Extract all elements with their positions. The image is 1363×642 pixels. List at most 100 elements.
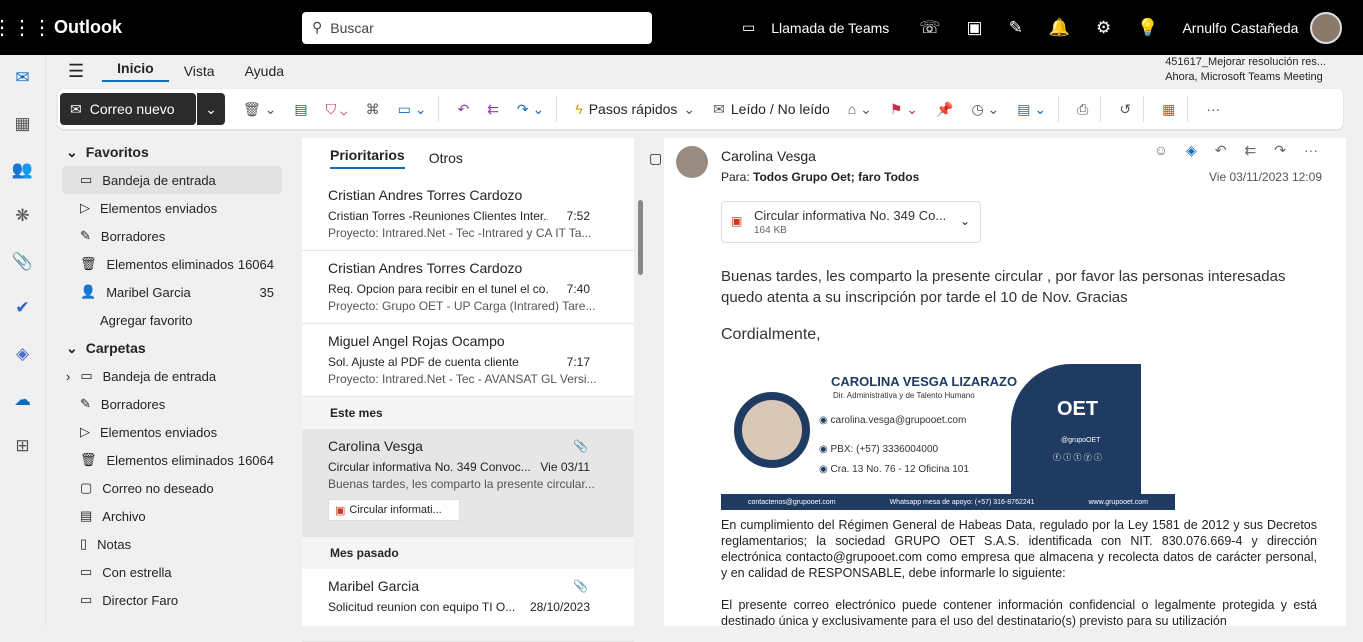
recipients: Para: Todos Grupo Oet; faro Todos <box>721 170 919 184</box>
forward-icon[interactable]: ↷ <box>1274 142 1286 159</box>
lightbulb-icon[interactable]: 💡 <box>1137 18 1158 38</box>
signature-image: CAROLINA VESGA LIZARAZO Dir. Administrat… <box>721 364 1175 510</box>
new-mail-dropdown[interactable]: ⌄ <box>197 93 225 125</box>
tab-focused[interactable]: Prioritarios <box>330 147 405 169</box>
folder-sent-favorite[interactable]: ▷ Elementos enviados <box>46 194 300 222</box>
list-item[interactable]: Cristian Andres Torres Cardozo Req. Opci… <box>302 251 634 324</box>
read-unread-button[interactable]: ✉ Leído / No leído <box>713 101 830 118</box>
pencil-icon: ✎ <box>80 396 91 411</box>
folder-deleted-favorite[interactable]: 🗑 Elementos eliminados 16064 <box>46 250 300 278</box>
tag-icon[interactable]: ⌂ ⌄ <box>848 101 872 118</box>
archive-icon[interactable]: ▤ <box>294 101 307 118</box>
unread-count: 35 <box>259 284 274 300</box>
to-label: Para: <box>721 170 750 184</box>
list-scrollbar[interactable] <box>638 200 643 275</box>
favorites-header[interactable]: ⌄ Favoritos <box>46 138 300 166</box>
forward-icon[interactable]: ↷ ⌄ <box>517 101 544 118</box>
apps-icon[interactable]: ⊞ <box>0 423 45 469</box>
app-launcher-icon[interactable]: ⋮⋮⋮ <box>0 0 52 55</box>
reply-all-icon[interactable]: ⇇ <box>487 101 499 118</box>
list-item[interactable]: Cristian Andres Torres Cardozo Cristian … <box>302 178 634 251</box>
tab-inicio[interactable]: Inicio <box>102 60 169 82</box>
folder-archive[interactable]: ▤ Archivo <box>46 502 300 530</box>
reply-all-icon[interactable]: ⇇ <box>1245 142 1257 159</box>
user-name[interactable]: Arnulfo Castañeda <box>1182 20 1298 36</box>
flag-icon[interactable]: ⚑ ⌄ <box>890 101 918 118</box>
meeting-reminder[interactable]: 451617_Mejorar resolución res... Ahora, … <box>1165 55 1326 85</box>
folder-drafts[interactable]: ✎ Borradores <box>46 390 300 418</box>
folders-header[interactable]: ⌄ Carpetas <box>46 334 300 362</box>
add-favorite-link[interactable]: Agregar favorito <box>46 306 300 334</box>
folder-pane: ⌄ Favoritos ▭ Bandeja de entrada ▷ Elemento… <box>46 138 300 626</box>
subject: Circular informativa No. 349 Convoc... <box>328 460 531 474</box>
rules-icon[interactable]: ▤ ⌄ <box>1017 101 1046 118</box>
onedrive-icon[interactable]: ☁ <box>0 377 45 423</box>
attachment-chip[interactable]: ▣ Circular informati... <box>328 499 460 521</box>
phone-icon: ◉ <box>819 444 828 455</box>
folder-maribel[interactable]: 👤 Maribel Garcia 35 <box>46 278 300 306</box>
chevron-down-icon: ⌄ <box>66 143 78 160</box>
app-name[interactable]: Outlook <box>54 17 302 38</box>
hamburger-icon[interactable]: ☰ <box>46 61 102 82</box>
undo-icon[interactable]: ↺ <box>1119 101 1131 118</box>
list-item-selected[interactable]: Carolina Vesga 📎 Circular informativa No… <box>302 429 634 537</box>
sweep-icon[interactable]: ⌘ <box>366 101 380 118</box>
trash-icon: 🗑 <box>80 452 97 467</box>
reply-icon[interactable]: ↶ <box>1215 142 1227 159</box>
calendar-icon[interactable]: ▦ <box>0 101 45 147</box>
snooze-icon[interactable]: ◷ ⌄ <box>971 101 999 118</box>
sender-name[interactable]: Carolina Vesga <box>721 148 816 164</box>
attachment-card[interactable]: ▣ Circular informativa No. 349 Co... 164… <box>721 201 981 243</box>
people-icon[interactable]: 👥 <box>0 147 45 193</box>
print-icon[interactable]: ⎙ <box>1077 101 1088 118</box>
select-icon[interactable]: ▢ <box>649 150 662 167</box>
attachment-name: Circular informativa No. 349 Co... <box>754 208 947 223</box>
apps-ribbon-icon[interactable]: ▦ <box>1162 101 1175 118</box>
delete-icon[interactable]: 🗑 ⌄ <box>243 101 276 118</box>
folder-deleted[interactable]: 🗑 Elementos eliminados 16064 <box>46 446 300 474</box>
folder-notes[interactable]: ▯ Notas <box>46 530 300 558</box>
todo-icon[interactable]: ✔ <box>0 285 45 331</box>
list-item[interactable]: Miguel Angel Rojas Ocampo Sol. Ajuste al… <box>302 324 634 397</box>
emoji-icon[interactable]: ☺ <box>1154 142 1168 159</box>
preview: Buenas tardes, les comparto la presente … <box>328 477 595 491</box>
folder-junk[interactable]: ▢ Correo no deseado <box>46 474 300 502</box>
search-box[interactable]: ⚲ Buscar <box>302 11 652 44</box>
folder-inbox-favorite[interactable]: ▭ Bandeja de entrada <box>62 166 282 194</box>
tab-ayuda[interactable]: Ayuda <box>230 63 299 79</box>
loop-icon[interactable]: ◈ <box>1186 142 1197 159</box>
groups-icon[interactable]: ❋ <box>0 193 45 239</box>
teams-icon[interactable]: ◈ <box>0 331 45 377</box>
chat-icon[interactable]: ☏ <box>919 18 940 38</box>
quick-steps-button[interactable]: ϟ Pasos rápidos ⌄ <box>575 101 695 118</box>
more-icon[interactable]: ··· <box>1304 142 1318 159</box>
office-icon[interactable]: ▣ <box>967 18 983 38</box>
pin-icon[interactable]: 📌 <box>936 101 953 118</box>
bell-icon[interactable]: 🔔 <box>1049 18 1070 38</box>
avatar[interactable] <box>1310 11 1343 44</box>
move-icon[interactable]: ▭ ⌄ <box>398 101 427 118</box>
search-input[interactable]: Buscar <box>330 20 374 36</box>
folder-drafts-favorite[interactable]: ✎ Borradores <box>46 222 300 250</box>
sender-avatar[interactable] <box>676 146 708 178</box>
attachment-icon[interactable]: 📎 <box>0 239 45 285</box>
list-item[interactable]: Maribel Garcia 📎 Solicitud reunion con e… <box>302 569 634 642</box>
folder-inbox[interactable]: › ▭ Bandeja de entrada <box>46 362 300 390</box>
folder-director-faro[interactable]: ▭ Director Faro <box>46 586 300 614</box>
teams-call-button[interactable]: ▭ Llamada de Teams <box>742 19 889 36</box>
signature-role: Dir. Administrativa y de Talento Humano <box>833 391 975 400</box>
tab-other[interactable]: Otros <box>429 150 463 166</box>
folder-starred[interactable]: ▭ Con estrella <box>46 558 300 586</box>
tab-vista[interactable]: Vista <box>169 63 230 79</box>
new-mail-button[interactable]: ✉ Correo nuevo <box>60 93 196 125</box>
chevron-down-icon[interactable]: ⌄ <box>960 214 970 228</box>
mail-icon[interactable]: ✉ <box>0 55 45 101</box>
folder-sent[interactable]: ▷ Elementos enviados <box>46 418 300 446</box>
notes-icon[interactable]: ✎ <box>1009 18 1023 38</box>
report-icon[interactable]: ⛉ ⌄ <box>326 101 348 118</box>
gear-icon[interactable]: ⚙ <box>1096 18 1111 38</box>
divider <box>1143 96 1145 122</box>
more-icon[interactable]: ··· <box>1206 101 1220 117</box>
video-icon: ▭ <box>742 19 756 35</box>
reply-icon[interactable]: ↶ <box>457 101 469 118</box>
